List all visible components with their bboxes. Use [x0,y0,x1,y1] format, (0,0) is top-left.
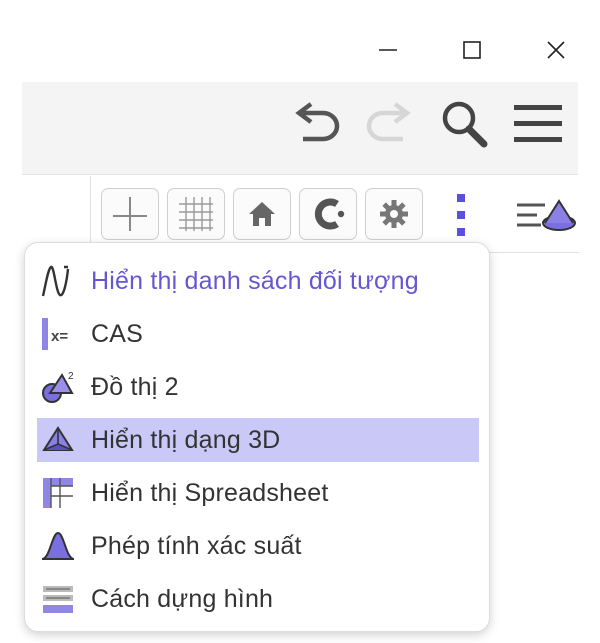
toggle-grid-button[interactable] [167,188,225,240]
spreadsheet-icon [39,474,77,512]
cas-icon: x= [39,315,77,353]
menu-item-label: Hiển thị danh sách đối tượng [91,266,419,295]
axes-icon [113,197,147,231]
menu-item-label: CAS [91,319,144,348]
maximize-icon [463,41,481,59]
probability-icon [39,527,77,565]
close-button[interactable] [534,28,578,72]
app-header [22,82,578,175]
point-capture-icon [314,198,345,230]
graphics-settings-button[interactable] [365,188,423,240]
views-menu: Hiển thị danh sách đối tượng x= CAS 2 Đồ… [24,242,490,632]
menu-item-label: Đồ thị 2 [91,372,179,401]
app-window: Hiển thị danh sách đối tượng x= CAS 2 Đồ… [0,0,600,643]
search-icon [442,101,488,148]
undo-button[interactable] [288,96,344,152]
menu-item-label: Cách dựng hình [91,584,274,613]
graphics2-icon: 2 [39,368,77,406]
grid-icon [179,197,213,231]
standard-view-button[interactable] [233,188,291,240]
home-icon [249,202,275,226]
menu-item-algebra-view[interactable]: Hiển thị danh sách đối tượng [37,259,479,303]
point-capture-button[interactable] [299,188,357,240]
menu-item-probability[interactable]: Phép tính xác suất [37,524,479,568]
redo-button[interactable] [362,96,418,152]
minimize-icon [379,49,397,51]
menu-item-spreadsheet[interactable]: Hiển thị Spreadsheet [37,471,479,515]
minimize-button[interactable] [366,28,410,72]
menu-item-label: Phép tính xác suất [91,531,302,560]
more-vertical-icon [457,194,465,236]
svg-text:x=: x= [51,328,68,345]
menu-item-label: Hiển thị dạng 3D [91,425,281,454]
main-menu-button[interactable] [510,96,566,152]
menu-item-3d-graphics[interactable]: Hiển thị dạng 3D [37,418,479,462]
more-options-button[interactable] [443,190,479,240]
header-tools [288,96,566,152]
style-bar-toggle-icon [517,199,576,231]
construction-protocol-icon [39,580,77,618]
menu-item-construction-protocol[interactable]: Cách dựng hình [37,577,479,621]
search-button[interactable] [436,96,492,152]
style-bar-toggle-button[interactable] [515,190,579,240]
svg-text:2: 2 [68,371,74,382]
settings-icon [380,200,408,228]
redo-icon [366,102,411,142]
window-controls [366,28,578,72]
menu-item-graphics-2[interactable]: 2 Đồ thị 2 [37,365,479,409]
menu-item-cas[interactable]: x= CAS [37,312,479,356]
close-icon [547,41,565,59]
graphics3d-icon [39,421,77,459]
undo-icon [295,102,340,142]
menu-item-label: Hiển thị Spreadsheet [91,478,329,507]
maximize-button[interactable] [450,28,494,72]
algebra-view-icon [39,262,77,300]
menu-icon [514,105,562,142]
toggle-axes-button[interactable] [101,188,159,240]
